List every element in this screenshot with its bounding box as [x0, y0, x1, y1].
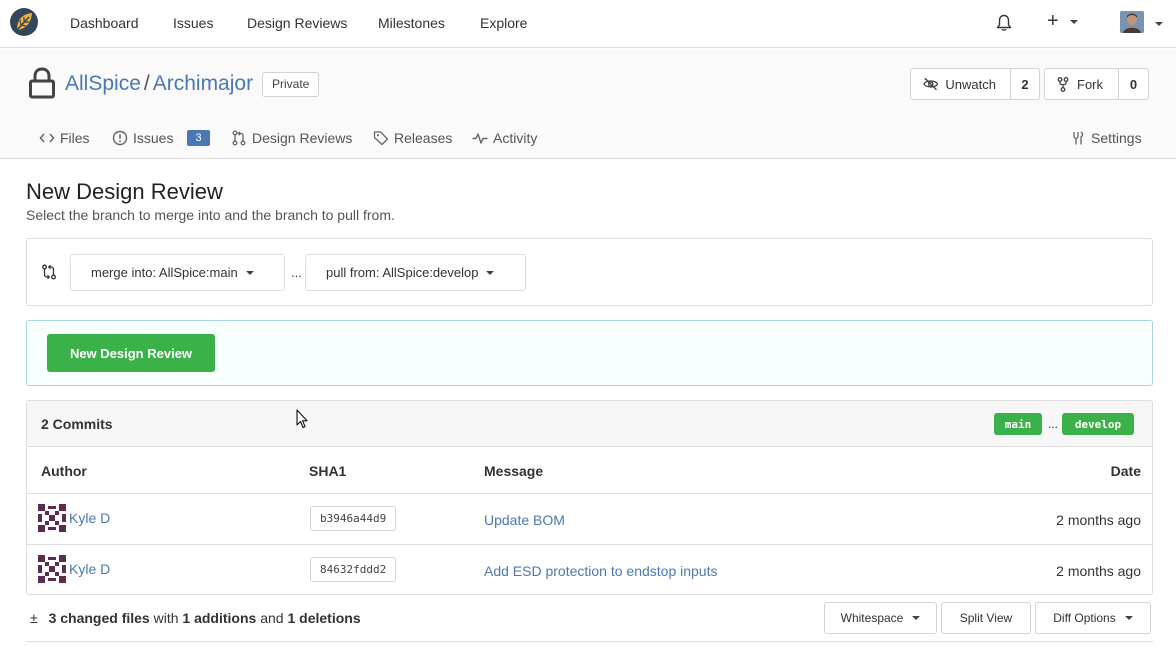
chevron-down-icon	[245, 270, 254, 275]
nav-explore[interactable]: Explore	[480, 15, 527, 31]
diff-options-dropdown[interactable]: Diff Options	[1035, 602, 1151, 634]
table-row: Kyle D 84632fddd2 Add ESD protection to …	[27, 544, 1152, 594]
eye-slash-icon	[923, 77, 939, 91]
pull-from-label: pull from: AllSpice:develop	[326, 265, 479, 280]
tab-activity-label: Activity	[493, 130, 538, 146]
chevron-down-icon[interactable]	[1155, 22, 1163, 26]
fork-count[interactable]: 0	[1119, 69, 1148, 99]
commits-header: 2 Commits main ... develop	[27, 401, 1152, 447]
tab-design-reviews[interactable]: Design Reviews	[231, 130, 352, 146]
fork-label: Fork	[1077, 76, 1103, 92]
split-view-button[interactable]: Split View	[941, 602, 1031, 634]
watch-count[interactable]: 2	[1011, 69, 1039, 99]
tab-activity[interactable]: Activity	[472, 130, 537, 146]
plus-icon: +	[1047, 10, 1059, 32]
fork-button[interactable]: Fork	[1045, 69, 1119, 99]
repo-path-separator: /	[143, 72, 150, 95]
page-title: New Design Review	[26, 179, 223, 204]
nav-milestones[interactable]: Milestones	[378, 15, 445, 31]
code-icon	[39, 133, 55, 143]
commit-date: 2 months ago	[1056, 563, 1141, 579]
unwatch-button[interactable]: Unwatch	[911, 69, 1011, 99]
commit-sha-button[interactable]: 84632fddd2	[310, 557, 397, 582]
column-date: Date	[1110, 463, 1141, 479]
deletions-count: 1 deletions	[287, 610, 361, 626]
issue-opened-icon	[112, 130, 128, 146]
identicon-avatar[interactable]	[38, 555, 66, 583]
pull-request-icon	[232, 130, 246, 146]
compare-branches-icon	[42, 264, 56, 280]
lock-icon	[29, 67, 55, 99]
table-row: Kyle D b3946a44d9 Update BOM 2 months ag…	[27, 493, 1152, 544]
commit-message-link[interactable]: Add ESD protection to endstop inputs	[484, 563, 717, 579]
commits-panel: 2 Commits main ... develop Author SHA1 M…	[26, 400, 1153, 595]
chevron-down-icon	[1124, 616, 1133, 620]
diff-text-with: with	[153, 610, 179, 626]
whitespace-label: Whitespace	[840, 611, 904, 625]
tab-issues-label: Issues	[133, 130, 174, 146]
visibility-badge: Private	[262, 72, 320, 97]
unwatch-label: Unwatch	[945, 76, 996, 92]
identicon-avatar[interactable]	[38, 504, 66, 532]
issues-count-badge: 3	[187, 130, 210, 146]
split-view-label: Split View	[959, 611, 1013, 625]
commit-date: 2 months ago	[1056, 512, 1141, 528]
tab-files-label: Files	[60, 130, 90, 146]
column-author: Author	[41, 463, 87, 479]
tab-releases-label: Releases	[394, 130, 453, 146]
changed-files-count[interactable]: 3 changed files	[49, 610, 150, 626]
merge-into-dropdown[interactable]: merge into: AllSpice:main	[70, 254, 285, 291]
watch-button-group: Unwatch 2	[910, 68, 1040, 100]
diff-summary: ± 3 changed files with 1 additions and 1…	[30, 610, 361, 626]
tab-settings[interactable]: Settings	[1070, 130, 1142, 146]
repo-owner-link[interactable]: AllSpice	[65, 72, 141, 95]
new-design-review-button[interactable]: New Design Review	[47, 334, 215, 372]
pulse-icon	[472, 133, 488, 144]
tab-design-reviews-label: Design Reviews	[252, 130, 353, 146]
merge-into-label: merge into: AllSpice:main	[91, 265, 238, 280]
nav-design-reviews[interactable]: Design Reviews	[247, 15, 347, 31]
repo-name-link[interactable]: Archimajor	[153, 72, 253, 95]
column-sha: SHA1	[309, 463, 347, 479]
tag-separator: ...	[1048, 417, 1059, 431]
commit-author-link[interactable]: Kyle D	[69, 561, 110, 577]
create-new-menu[interactable]: +	[1047, 10, 1079, 33]
tab-releases[interactable]: Releases	[373, 130, 452, 146]
tab-issues[interactable]: Issues 3	[112, 130, 210, 146]
additions-count: 1 additions	[182, 610, 257, 626]
commit-sha-button[interactable]: b3946a44d9	[310, 506, 397, 531]
chevron-down-icon	[912, 616, 921, 620]
head-branch-tag[interactable]: develop	[1062, 413, 1134, 435]
column-message: Message	[484, 463, 544, 479]
branch-separator: ...	[291, 265, 302, 280]
allspice-logo-icon[interactable]	[8, 6, 40, 38]
nav-issues[interactable]: Issues	[173, 15, 213, 31]
repo-title: AllSpice / Archimajor	[65, 72, 253, 96]
chevron-down-icon	[1070, 19, 1079, 24]
user-photo-icon	[1120, 11, 1144, 33]
plus-minus-icon: ±	[30, 610, 38, 626]
bell-icon[interactable]	[996, 14, 1012, 32]
pull-from-dropdown[interactable]: pull from: AllSpice:develop	[305, 254, 526, 291]
mouse-pointer-icon	[296, 409, 308, 429]
user-avatar[interactable]	[1120, 11, 1144, 33]
tab-settings-label: Settings	[1091, 130, 1142, 146]
tab-files[interactable]: Files	[39, 130, 90, 146]
diff-text-and: and	[260, 610, 284, 626]
page-subtitle: Select the branch to merge into and the …	[26, 207, 395, 223]
diff-options-label: Diff Options	[1053, 611, 1116, 625]
nav-dashboard[interactable]: Dashboard	[70, 15, 139, 31]
whitespace-dropdown[interactable]: Whitespace	[824, 602, 937, 634]
commit-message-link[interactable]: Update BOM	[484, 512, 565, 528]
tag-icon	[373, 131, 389, 146]
fork-icon	[1057, 76, 1069, 92]
fork-button-group: Fork 0	[1044, 68, 1149, 100]
tools-icon	[1073, 131, 1084, 145]
top-nav: Dashboard Issues Design Reviews Mileston…	[0, 0, 1176, 48]
chevron-down-icon	[486, 270, 495, 275]
base-branch-tag[interactable]: main	[994, 413, 1042, 435]
commits-count: 2 Commits	[41, 416, 113, 432]
commit-author-link[interactable]: Kyle D	[69, 510, 110, 526]
